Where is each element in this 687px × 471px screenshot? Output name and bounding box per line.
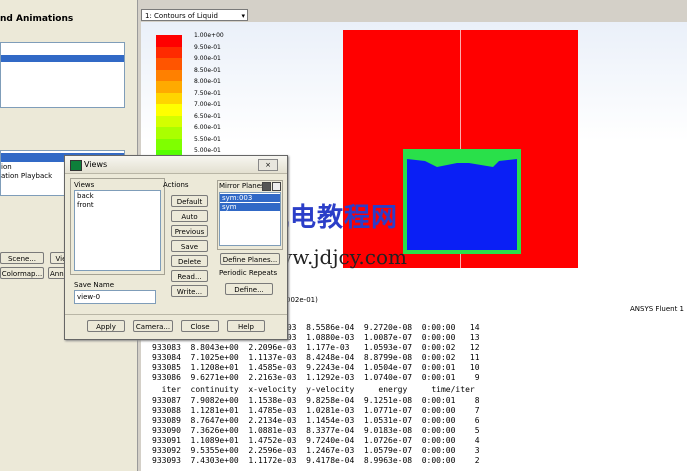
console-line: 933090 7.3626e+00 1.0881e-03 8.3377e-04 … [152, 426, 480, 435]
legend-color-band [156, 58, 182, 70]
legend-tick-label: 8.00e-01 [194, 78, 221, 85]
read-button[interactable]: Read... [171, 270, 208, 282]
legend-color-band [156, 138, 182, 151]
periodic-repeats-label: Periodic Repeats [219, 269, 278, 277]
legend-color-band [156, 104, 182, 116]
legend-tick-label: 5.50e-01 [194, 135, 221, 143]
legend-tick-label: 1.00e+00 [194, 32, 224, 39]
write-button[interactable]: Write... [171, 285, 208, 297]
fluent-app-icon [70, 160, 82, 171]
default-button[interactable]: Default [171, 195, 208, 207]
console-line: 933092 9.5355e+00 2.2596e-03 1.2467e-03 … [152, 446, 480, 455]
solid-boundary-shape [407, 153, 517, 167]
console-output[interactable]: 1.4153e-03 8.5586e-04 9.2720e-08 0:00:00… [141, 320, 687, 471]
dropdown-arrow-icon[interactable]: ▾ [241, 10, 245, 22]
console-line: 933087 7.9082e+00 1.1538e-03 9.8258e-04 … [152, 396, 480, 405]
legend-tick-label: 8.50e-01 [194, 66, 221, 74]
animation-list[interactable] [0, 42, 125, 108]
define-button[interactable]: Define... [225, 283, 273, 295]
select-all-icon[interactable] [262, 182, 271, 191]
legend-color-band [156, 69, 182, 82]
view-item-front[interactable]: front [77, 201, 94, 209]
legend-tick-label: 5.00e-01 [194, 147, 221, 154]
save-name-label: Save Name [74, 281, 115, 289]
close-dialog-button[interactable]: Close [181, 320, 219, 332]
console-line: 933093 7.4303e+00 1.1172e-03 9.4178e-04 … [152, 456, 480, 465]
software-label: ANSYS Fluent 1 [630, 305, 684, 313]
legend-color-band [156, 115, 182, 128]
define-planes-button[interactable]: Define Planes... [220, 253, 280, 265]
view-item-back[interactable]: back [77, 192, 94, 200]
console-line: 933086 9.6271e+00 2.2163e-03 1.1292e-03 … [152, 373, 480, 382]
mirror-planes-list[interactable]: sym:003 sym [219, 192, 281, 246]
dialog-titlebar[interactable]: Views × [65, 156, 287, 174]
graphics-window-selector[interactable]: 1: Contours of Liquid Fraction ▾ [141, 9, 248, 32]
views-dialog: Views × Views back front Actions Default… [64, 155, 288, 340]
auto-scale-button[interactable]: Auto Scale [171, 210, 208, 233]
panel-header: nd Animations [0, 14, 74, 24]
scene-button[interactable]: Scene... [0, 252, 44, 264]
legend-tick-label: 6.50e-01 [194, 112, 221, 120]
list-item-selected[interactable] [1, 55, 124, 62]
actions-label: Actions [163, 181, 189, 189]
solid-region [407, 153, 517, 250]
console-line: 933083 8.8043e+00 2.2096e-03 1.177e-03 1… [152, 343, 480, 352]
legend-tick-label: 6.00e-01 [194, 124, 221, 131]
legend-color-band [156, 35, 182, 47]
delete-button[interactable]: Delete [171, 255, 208, 267]
camera-button[interactable]: Camera... [133, 320, 173, 332]
legend-color-band [156, 81, 182, 93]
colormap-button[interactable]: Colormap... [0, 267, 44, 279]
views-list[interactable]: back front [74, 190, 161, 271]
help-button[interactable]: Help [227, 320, 265, 332]
legend-color-band [156, 92, 182, 105]
save-name-field[interactable] [74, 290, 156, 304]
apply-button[interactable]: Apply [87, 320, 125, 332]
console-line: 933091 1.1089e+01 1.4752e-03 9.7240e-04 … [152, 436, 480, 445]
close-button[interactable]: × [258, 159, 278, 171]
previous-button[interactable]: Previous [171, 225, 208, 237]
console-line: 933085 1.1208e+01 1.4585e-03 9.2243e-04 … [152, 363, 480, 372]
save-button[interactable]: Save [171, 240, 208, 252]
console-line: 933089 8.7647e+00 2.2134e-03 1.1454e-03 … [152, 416, 480, 425]
console-line: 933084 7.1025e+00 1.1137e-03 8.4248e-04 … [152, 353, 480, 362]
legend-tick-label: 9.50e-01 [194, 43, 221, 51]
dialog-title: Views [84, 160, 108, 169]
graphics-caption: 002e-01) [286, 296, 318, 304]
legend-color-band [156, 46, 182, 59]
legend-tick-label: 7.50e-01 [194, 89, 221, 97]
console-header: iter continuity x-velocity y-velocity en… [152, 385, 475, 394]
views-label: Views [74, 181, 95, 189]
legend-color-band [156, 127, 182, 139]
divider [65, 314, 287, 315]
mirror-plane-item[interactable]: sym [220, 203, 280, 211]
mirror-planes-label: Mirror Planes [219, 182, 265, 190]
deselect-all-icon[interactable] [272, 182, 281, 191]
legend-tick-label: 7.00e-01 [194, 101, 221, 108]
console-line: 933088 1.1281e+01 1.4785e-03 1.0281e-03 … [152, 406, 480, 415]
mirror-plane-item[interactable]: sym:003 [220, 194, 280, 202]
legend-tick-label: 9.00e-01 [194, 55, 221, 62]
